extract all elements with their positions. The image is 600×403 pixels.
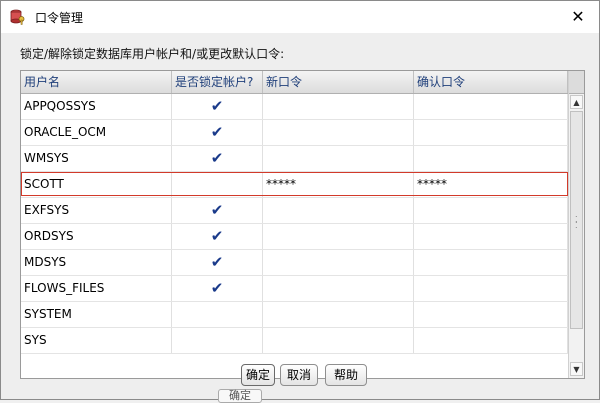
confirm-password-field[interactable] bbox=[414, 250, 568, 275]
username-cell[interactable]: FLOWS_FILES bbox=[21, 276, 172, 301]
new-password-field[interactable] bbox=[263, 146, 414, 171]
database-key-icon bbox=[10, 9, 26, 25]
lock-checkbox[interactable] bbox=[172, 328, 263, 353]
new-password-field[interactable]: ***** bbox=[263, 172, 414, 197]
new-password-field[interactable] bbox=[263, 198, 414, 223]
dialog-body: 锁定/解除锁定数据库用户帐户和/或更改默认口令: 用户名 是否锁定帐户? 新口令… bbox=[1, 33, 599, 399]
new-password-field[interactable] bbox=[263, 302, 414, 327]
new-password-field[interactable] bbox=[263, 94, 414, 119]
title-bar: 口令管理 ✕ bbox=[1, 1, 599, 32]
new-password-field[interactable] bbox=[263, 250, 414, 275]
confirm-password-field[interactable] bbox=[414, 276, 568, 301]
grip-icon: ⁚ ⁚ bbox=[575, 215, 578, 230]
table-row[interactable]: ORDSYS ✔ bbox=[21, 224, 568, 250]
table-row[interactable]: MDSYS ✔ bbox=[21, 250, 568, 276]
new-password-field[interactable] bbox=[263, 328, 414, 353]
username-cell[interactable]: APPQOSSYS bbox=[21, 94, 172, 119]
new-password-field[interactable] bbox=[263, 276, 414, 301]
confirm-password-field[interactable] bbox=[414, 328, 568, 353]
lock-checkbox[interactable]: ✔ bbox=[172, 198, 263, 223]
table-body: APPQOSSYS ✔ ORACLE_OCM ✔ WMSYS ✔ SCOTT *… bbox=[21, 94, 568, 354]
column-header-new-password[interactable]: 新口令 bbox=[263, 71, 414, 93]
close-button[interactable]: ✕ bbox=[565, 4, 591, 28]
username-cell[interactable]: SYS bbox=[21, 328, 172, 353]
username-cell[interactable]: SCOTT bbox=[21, 172, 172, 197]
cancel-button[interactable]: 取消 bbox=[280, 364, 318, 386]
lock-checkbox[interactable]: ✔ bbox=[172, 224, 263, 249]
lock-checkbox[interactable]: ✔ bbox=[172, 276, 263, 301]
confirm-password-field[interactable] bbox=[414, 224, 568, 249]
table-header: 用户名 是否锁定帐户? 新口令 确认口令 bbox=[21, 71, 568, 94]
username-cell[interactable]: EXFSYS bbox=[21, 198, 172, 223]
table-row[interactable]: SYS bbox=[21, 328, 568, 354]
user-password-table: 用户名 是否锁定帐户? 新口令 确认口令 APPQOSSYS ✔ ORACLE_… bbox=[20, 70, 585, 379]
new-password-field[interactable] bbox=[263, 224, 414, 249]
table-row[interactable]: ORACLE_OCM ✔ bbox=[21, 120, 568, 146]
lock-checkbox[interactable] bbox=[172, 172, 263, 197]
lock-checkbox[interactable] bbox=[172, 302, 263, 327]
dialog-title: 口令管理 bbox=[35, 11, 84, 25]
instruction-text: 锁定/解除锁定数据库用户帐户和/或更改默认口令: bbox=[20, 47, 285, 61]
vertical-scrollbar[interactable]: ▲ ⁚ ⁚ ▼ bbox=[568, 71, 584, 378]
help-button[interactable]: 帮助 bbox=[325, 364, 367, 386]
table-row[interactable]: WMSYS ✔ bbox=[21, 146, 568, 172]
column-header-username[interactable]: 用户名 bbox=[21, 71, 172, 93]
username-cell[interactable]: ORACLE_OCM bbox=[21, 120, 172, 145]
username-cell[interactable]: SYSTEM bbox=[21, 302, 172, 327]
table-row[interactable]: APPQOSSYS ✔ bbox=[21, 94, 568, 120]
confirm-password-field[interactable] bbox=[414, 94, 568, 119]
new-password-field[interactable] bbox=[263, 120, 414, 145]
ok-button[interactable]: 确定 bbox=[241, 364, 275, 386]
password-management-dialog: 口令管理 ✕ 锁定/解除锁定数据库用户帐户和/或更改默认口令: 用户名 是否锁定… bbox=[0, 0, 600, 400]
scrollbar-thumb[interactable]: ⁚ ⁚ bbox=[570, 111, 583, 329]
scrollbar-corner bbox=[569, 71, 584, 94]
lock-checkbox[interactable]: ✔ bbox=[172, 94, 263, 119]
scroll-up-arrow-icon[interactable]: ▲ bbox=[570, 95, 583, 109]
confirm-password-field[interactable] bbox=[414, 120, 568, 145]
confirm-password-field[interactable] bbox=[414, 146, 568, 171]
username-cell[interactable]: MDSYS bbox=[21, 250, 172, 275]
background-ok-button: 确定 bbox=[218, 389, 262, 403]
table-row[interactable]: FLOWS_FILES ✔ bbox=[21, 276, 568, 302]
scroll-down-arrow-icon[interactable]: ▼ bbox=[570, 362, 583, 376]
username-cell[interactable]: ORDSYS bbox=[21, 224, 172, 249]
confirm-password-field[interactable] bbox=[414, 198, 568, 223]
table-row-selected[interactable]: SCOTT ***** ***** bbox=[21, 172, 568, 198]
lock-checkbox[interactable]: ✔ bbox=[172, 146, 263, 171]
table-row[interactable]: EXFSYS ✔ bbox=[21, 198, 568, 224]
table-row[interactable]: SYSTEM bbox=[21, 302, 568, 328]
close-icon: ✕ bbox=[571, 6, 585, 26]
column-header-confirm-password[interactable]: 确认口令 bbox=[414, 71, 568, 93]
confirm-password-field[interactable]: ***** bbox=[414, 172, 568, 197]
lock-checkbox[interactable]: ✔ bbox=[172, 250, 263, 275]
confirm-password-field[interactable] bbox=[414, 302, 568, 327]
column-header-locked[interactable]: 是否锁定帐户? bbox=[172, 71, 263, 93]
username-cell[interactable]: WMSYS bbox=[21, 146, 172, 171]
lock-checkbox[interactable]: ✔ bbox=[172, 120, 263, 145]
